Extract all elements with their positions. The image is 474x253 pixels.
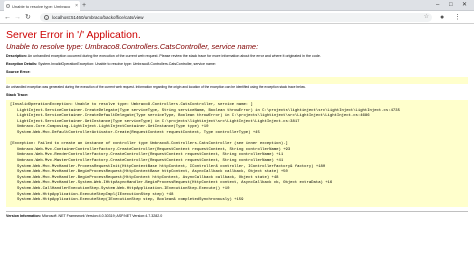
tab-title: Unable to resolve type: Umbraco (12, 3, 71, 9)
back-icon[interactable]: ← (4, 13, 11, 22)
source-error-box (6, 77, 468, 84)
version-text: Microsoft .NET Framework Version:4.0.303… (41, 213, 163, 218)
divider (6, 210, 468, 212)
minimize-icon[interactable]: – (436, 0, 439, 10)
browser-tab[interactable]: Unable to resolve type: Umbraco × (4, 1, 80, 11)
description-label: Description: (6, 54, 27, 58)
site-info-icon[interactable]: i (44, 15, 49, 20)
stack-trace-label: Stack Trace: (6, 93, 29, 97)
tab-bar: Unable to resolve type: Umbraco × + – □ … (0, 0, 474, 11)
error-subtitle: Unable to resolve type: Umbraco8.Control… (6, 42, 259, 51)
source-error-note: An unhandled exception was generated dur… (6, 85, 306, 89)
stack-trace-line: System.Web.HttpApplication.ExecuteStep(I… (10, 198, 244, 203)
forward-icon[interactable]: → (14, 13, 21, 22)
address-url[interactable]: localhost:51460/umbraco/backoffice/cats/… (52, 15, 143, 20)
source-error-label: Source Error: (6, 70, 31, 74)
version-line: Version Information: Microsoft .NET Fram… (6, 214, 468, 219)
page-favicon-icon (6, 4, 10, 8)
description-text: An unhandled exception occurred during t… (27, 54, 321, 58)
menu-icon[interactable]: ⋮ (454, 13, 461, 22)
reload-icon[interactable]: ↻ (25, 13, 31, 22)
tab-close-icon[interactable]: × (75, 3, 78, 9)
maximize-icon[interactable]: □ (449, 0, 453, 10)
stack-trace-box: [InvalidOperationException: Unable to re… (6, 100, 468, 207)
description-line: Description: An unhandled exception occu… (6, 54, 468, 59)
bookmark-star-icon[interactable]: ☆ (424, 13, 429, 22)
profile-icon[interactable]: ● (440, 13, 444, 22)
version-label: Version Information: (6, 213, 41, 218)
exception-label: Exception Details: (6, 62, 38, 66)
close-window-icon[interactable]: ✕ (462, 0, 467, 10)
exception-text: System.InvalidOperationException: Unable… (38, 62, 216, 66)
page-content: Server Error in '/' Application. Unable … (0, 25, 474, 253)
address-bar[interactable]: i localhost:51460/umbraco/backoffice/cat… (40, 13, 432, 22)
new-tab-icon[interactable]: + (82, 1, 86, 10)
page-title: Server Error in '/' Application. (6, 29, 141, 41)
browser-toolbar: ← → ↻ i localhost:51460/umbraco/backoffi… (0, 11, 474, 24)
exception-line: Exception Details: System.InvalidOperati… (6, 62, 468, 67)
